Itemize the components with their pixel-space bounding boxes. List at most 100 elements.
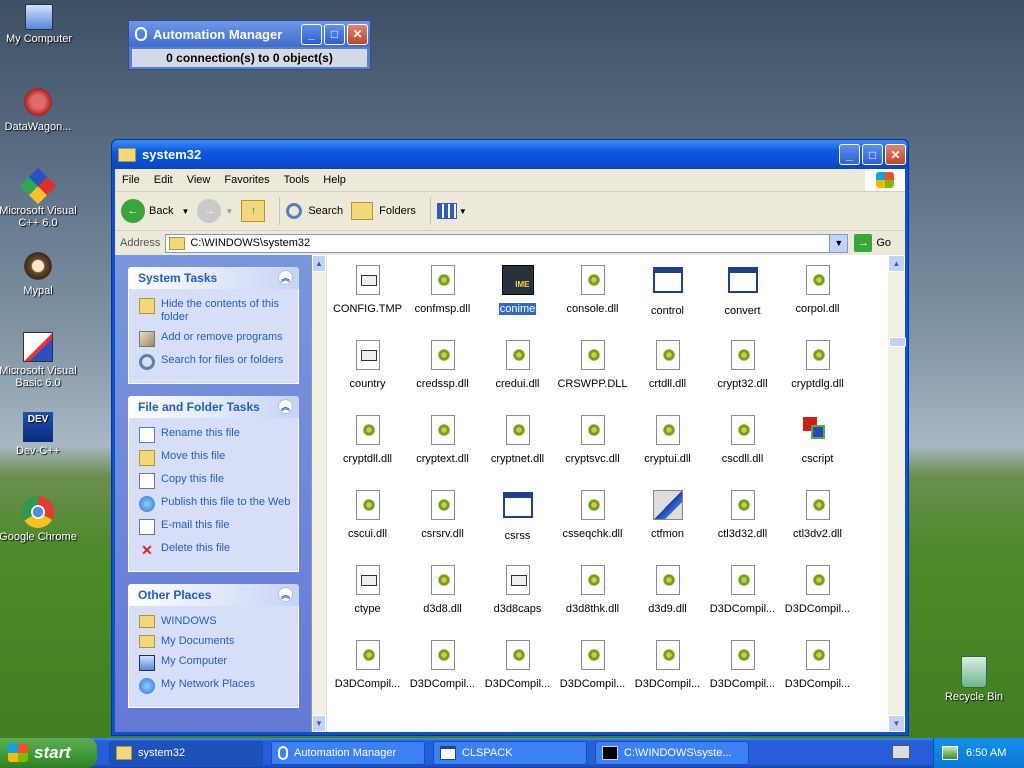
file-item[interactable]: IME conime (480, 263, 555, 315)
explorer-titlebar[interactable]: system32 _ □ ✕ (112, 140, 908, 169)
clock[interactable]: 6:50 AM (966, 747, 1006, 759)
file-item[interactable]: d3d8thk.dll (555, 563, 630, 615)
file-item[interactable]: D3DCompil... (405, 638, 480, 690)
system-tasks-header[interactable]: System Tasks ︽ (128, 267, 299, 289)
scroll-up-button[interactable]: ▲ (888, 255, 905, 272)
file-item[interactable]: d3d9.dll (630, 563, 705, 615)
file-item[interactable]: confmsp.dll (405, 263, 480, 315)
file-item[interactable]: cryptsvc.dll (555, 413, 630, 465)
taskbar-item-clspack[interactable]: CLSPACK (433, 741, 587, 765)
file-item[interactable]: D3DCompil... (480, 638, 555, 690)
up-folder-button[interactable]: ↑ (241, 200, 266, 222)
desktop-icon-my-computer[interactable]: My Computer (0, 4, 79, 45)
task-email-file[interactable]: E-mail this file (139, 519, 294, 535)
task-add-remove-programs[interactable]: Add or remove programs (139, 331, 294, 347)
file-item[interactable]: credssp.dll (405, 338, 480, 390)
tray-network-icon[interactable] (942, 746, 958, 760)
desktop-icon-visual-basic[interactable]: Microsoft Visual Basic 6.0 (0, 332, 78, 389)
taskbar-item-automation-manager[interactable]: Automation Manager (271, 741, 425, 765)
minimize-button[interactable]: _ (839, 144, 860, 165)
file-item[interactable]: cryptdlg.dll (780, 338, 855, 390)
place-my-documents[interactable]: My Documents (139, 635, 294, 648)
file-item[interactable]: D3DCompil... (780, 563, 855, 615)
file-item[interactable]: cryptui.dll (630, 413, 705, 465)
file-item[interactable]: d3d8.dll (405, 563, 480, 615)
file-item[interactable]: cryptext.dll (405, 413, 480, 465)
file-item[interactable]: CRSWPP.DLL (555, 338, 630, 390)
task-copy-file[interactable]: Copy this file (139, 473, 294, 489)
file-item[interactable]: cryptdll.dll (330, 413, 405, 465)
search-button[interactable]: Search (286, 203, 343, 219)
explorer-window[interactable]: system32 _ □ ✕ File Edit View Favorites … (111, 139, 909, 736)
menu-help[interactable]: Help (316, 174, 353, 186)
scroll-down-button[interactable]: ▼ (888, 715, 905, 732)
file-item[interactable]: ctype (330, 563, 405, 615)
menu-edit[interactable]: Edit (147, 174, 180, 186)
file-item[interactable]: country (330, 338, 405, 390)
views-button[interactable]: ▼ (436, 203, 467, 219)
place-my-computer[interactable]: My Computer (139, 655, 294, 671)
start-button[interactable]: start (0, 738, 97, 768)
minimize-button[interactable]: _ (301, 23, 322, 45)
task-publish-web[interactable]: Publish this file to the Web (139, 496, 294, 512)
file-item[interactable]: ctl3d32.dll (705, 488, 780, 540)
desktop-icon-mypal[interactable]: Mypal (0, 250, 78, 297)
file-item[interactable]: credui.dll (480, 338, 555, 390)
desktop-icon-google-chrome[interactable]: Google Chrome (0, 496, 78, 543)
desktop-icon-datawagon[interactable]: DataWagon... (0, 86, 78, 133)
menu-view[interactable]: View (180, 174, 218, 186)
file-item[interactable]: D3DCompil... (555, 638, 630, 690)
file-item[interactable]: ctfmon (630, 488, 705, 540)
menu-file[interactable]: File (115, 174, 147, 186)
file-item[interactable]: convert (705, 263, 780, 317)
left-scrollbar[interactable]: ▲ ▼ (312, 255, 327, 732)
file-item[interactable]: D3DCompil... (780, 638, 855, 690)
collapse-chevron-icon[interactable]: ︽ (278, 587, 293, 602)
file-item[interactable]: csrsrv.dll (405, 488, 480, 540)
scrollbar-thumb[interactable] (889, 337, 906, 347)
collapse-chevron-icon[interactable]: ︽ (278, 270, 293, 285)
maximize-button[interactable]: □ (862, 144, 883, 165)
file-item[interactable]: cscript (780, 413, 855, 465)
folders-button[interactable]: Folders (351, 202, 416, 220)
place-my-network-places[interactable]: My Network Places (139, 678, 294, 694)
address-dropdown-button[interactable]: ▼ (829, 234, 848, 252)
file-item[interactable]: D3DCompil... (630, 638, 705, 690)
keyboard-icon[interactable] (892, 745, 910, 759)
desktop-icon-visual-cpp[interactable]: Microsoft Visual C++ 6.0 (0, 167, 78, 229)
file-item[interactable]: D3DCompil... (330, 638, 405, 690)
forward-button[interactable]: → ▼ (197, 199, 233, 223)
scroll-up-button[interactable]: ▲ (312, 255, 326, 272)
file-item[interactable]: d3d8caps (480, 563, 555, 615)
other-places-header[interactable]: Other Places ︽ (128, 584, 299, 606)
file-item[interactable]: csrss (480, 488, 555, 542)
go-button[interactable]: → Go (854, 234, 891, 252)
collapse-chevron-icon[interactable]: ︽ (278, 399, 293, 414)
chevron-down-icon[interactable]: ▼ (225, 207, 233, 216)
close-button[interactable]: ✕ (347, 23, 368, 45)
menu-favorites[interactable]: Favorites (217, 174, 276, 186)
taskbar-item-command-prompt[interactable]: C:\WINDOWS\syste... (595, 741, 749, 765)
file-item[interactable]: D3DCompil... (705, 638, 780, 690)
file-item[interactable]: crypt32.dll (705, 338, 780, 390)
task-search-files[interactable]: Search for files or folders (139, 354, 294, 370)
address-input[interactable]: C:\WINDOWS\system32 ▼ (165, 233, 849, 253)
task-hide-contents[interactable]: Hide the contents of this folder (139, 298, 294, 324)
task-rename-file[interactable]: Rename this file (139, 427, 294, 443)
taskbar-item-system32[interactable]: system32 (109, 741, 263, 765)
file-item[interactable]: console.dll (555, 263, 630, 315)
vertical-scrollbar[interactable]: ▲ ▼ (888, 255, 906, 732)
file-item[interactable]: csseqchk.dll (555, 488, 630, 540)
file-item[interactable]: D3DCompil... (705, 563, 780, 615)
file-item[interactable]: crtdll.dll (630, 338, 705, 390)
scroll-down-button[interactable]: ▼ (312, 715, 326, 732)
file-item[interactable]: control (630, 263, 705, 317)
automation-manager-titlebar[interactable]: Automation Manager _ □ ✕ (129, 21, 370, 47)
desktop-icon-recycle-bin[interactable]: Recycle Bin (934, 656, 1014, 703)
chevron-down-icon[interactable]: ▼ (459, 207, 467, 216)
desktop-icon-dev-cpp[interactable]: DEV Dev-C++ (0, 412, 78, 457)
maximize-button[interactable]: □ (324, 23, 345, 45)
menu-tools[interactable]: Tools (277, 174, 317, 186)
automation-manager-window[interactable]: Automation Manager _ □ ✕ 0 connection(s)… (128, 20, 371, 70)
file-item[interactable]: cscdll.dll (705, 413, 780, 465)
